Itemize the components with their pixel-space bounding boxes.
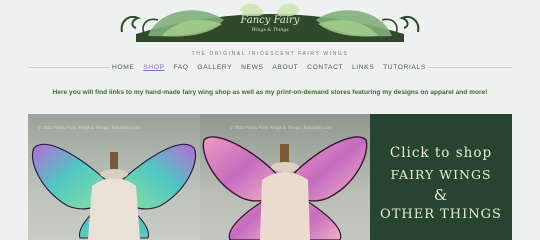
site-tagline: THE ORIGINAL IRIDESCENT FAIRY WINGS xyxy=(191,51,349,57)
photo-watermark-2: © 2022 Fancy Fairy Wings & Things / fanc… xyxy=(230,125,332,130)
shop-banner-link[interactable]: © 2022 Fancy Fairy Wings & Things / fanc… xyxy=(28,114,512,240)
nav-faq[interactable]: FAQ xyxy=(173,62,188,73)
photo-watermark-1: © 2022 Fancy Fairy Wings & Things / fanc… xyxy=(38,125,140,130)
wings-photo-teal: © 2022 Fancy Fairy Wings & Things / fanc… xyxy=(28,114,200,240)
nav-contact[interactable]: CONTACT xyxy=(307,62,343,73)
cta-line-2: FAIRY WINGS xyxy=(390,167,492,182)
intro-text: Here you will find links to my hand-made… xyxy=(52,89,488,96)
cta-line-1: Click to shop xyxy=(389,145,493,161)
cta-line-3: & xyxy=(433,186,449,204)
nav-links[interactable]: LINKS xyxy=(352,62,374,73)
teal-wings-image xyxy=(32,143,196,240)
main-nav: HOME SHOP FAQ GALLERY NEWS ABOUT CONTACT… xyxy=(112,62,426,73)
nav-gallery[interactable]: GALLERY xyxy=(197,62,232,73)
pink-wings-image xyxy=(202,136,368,240)
site-logo[interactable]: Fancy Fairy Wings & Things xyxy=(118,0,422,42)
nav-divider-right xyxy=(428,66,512,68)
nav-about[interactable]: ABOUT xyxy=(272,62,298,73)
nav-home[interactable]: HOME xyxy=(112,62,134,73)
logo-subtitle: Wings & Things xyxy=(251,28,289,33)
nav-shop[interactable]: SHOP xyxy=(143,62,164,73)
nav-news[interactable]: NEWS xyxy=(241,62,263,73)
cta-line-4: OTHER THINGS xyxy=(380,207,502,222)
wings-photo-pink: © 2022 Fancy Fairy Wings & Things / fanc… xyxy=(200,114,370,240)
logo-title: Fancy Fairy xyxy=(240,15,300,26)
nav-tutorials[interactable]: TUTORIALS xyxy=(383,62,426,73)
nav-divider-left xyxy=(28,66,110,68)
shop-cta-panel: Click to shop FAIRY WINGS & OTHER THINGS xyxy=(370,114,512,240)
